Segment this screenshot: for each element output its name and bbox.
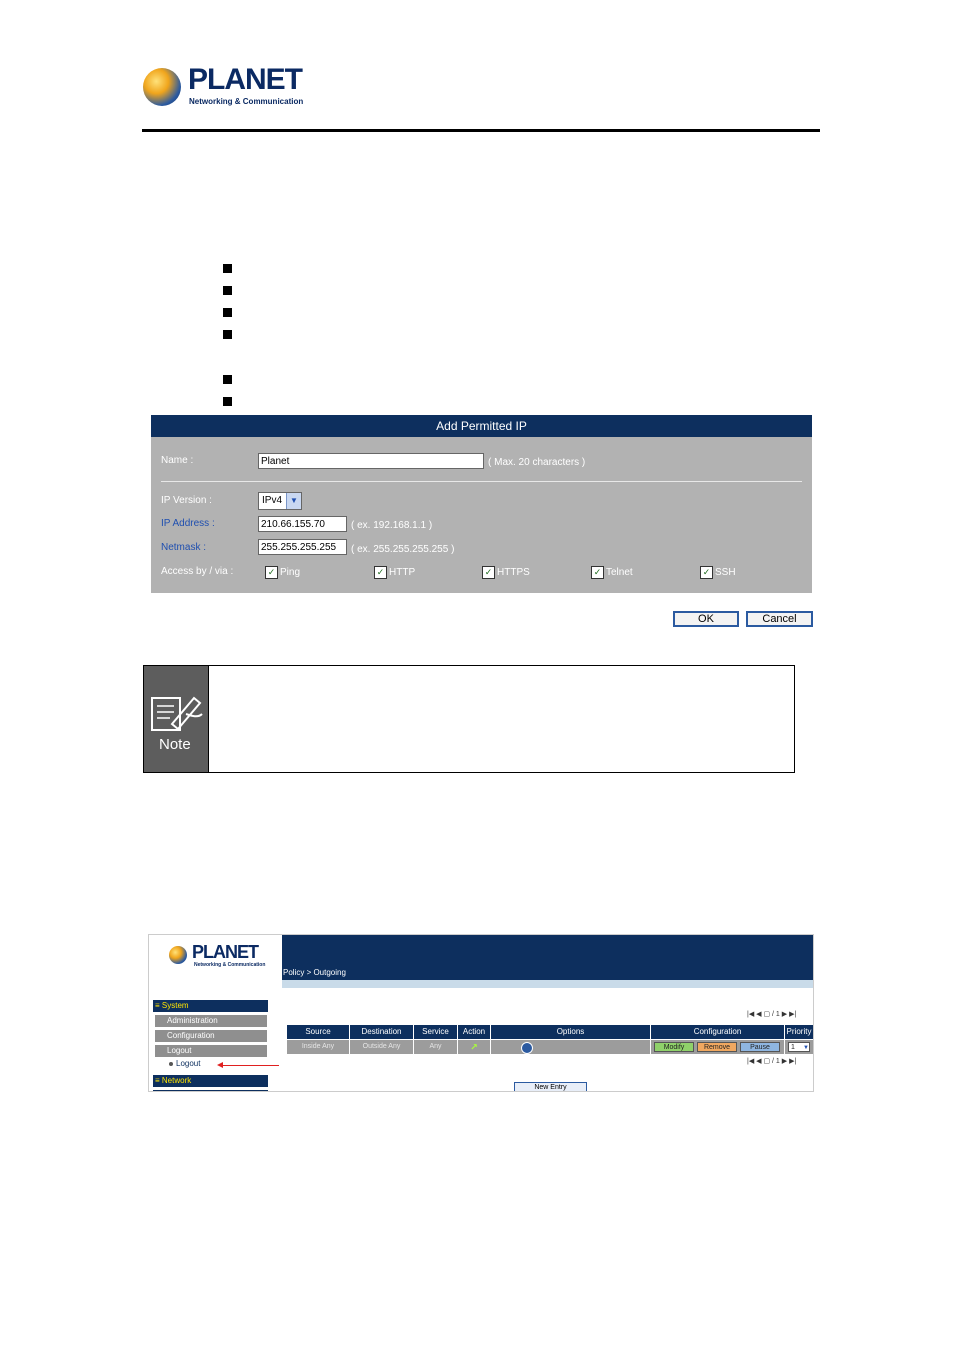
new-entry-button[interactable]: New Entry (514, 1082, 587, 1091)
netmask-input[interactable]: 255.255.255.255 (258, 539, 347, 555)
screenshot-logo-area: PLANET Networking & Communication (149, 935, 282, 980)
nav-administration[interactable]: Administration (155, 1015, 267, 1027)
cell-source: Inside Any (287, 1040, 350, 1054)
planet-logo: PLANET Networking & Communication (143, 63, 313, 112)
remove-button[interactable]: Remove (697, 1042, 737, 1052)
policy-screenshot: PLANET Networking & Communication Policy… (148, 934, 814, 1092)
access-label: Access by / via : (161, 566, 234, 577)
col-priority: Priority (785, 1025, 813, 1039)
ipaddress-input[interactable]: 210.66.155.70 (258, 516, 347, 532)
note-pencil-icon (151, 696, 203, 731)
ipaddress-hint: ( ex. 192.168.1.1 ) (351, 520, 433, 531)
bullet-marker (223, 397, 232, 406)
telnet-label: Telnet (606, 567, 633, 578)
name-label: Name : (161, 455, 194, 466)
dialog-divider (161, 481, 802, 482)
bullet-marker (223, 330, 232, 339)
action-permit-icon: ↗ (458, 1040, 491, 1054)
cell-destination: Outside Any (350, 1040, 414, 1054)
ssh-checkbox[interactable]: ✓ (700, 566, 713, 579)
bullet-dot-icon (169, 1062, 173, 1066)
col-action: Action (458, 1025, 491, 1039)
telnet-checkbox[interactable]: ✓ (591, 566, 604, 579)
ipaddress-label: IP Address : (161, 518, 215, 529)
logo-tagline: Networking & Communication (189, 97, 304, 106)
name-input[interactable]: Planet (258, 453, 484, 469)
nav-system[interactable]: ≡ System (153, 1000, 268, 1012)
cell-service: Any (414, 1040, 458, 1054)
dialog-title: Add Permitted IP (151, 415, 812, 437)
col-service: Service (414, 1025, 458, 1039)
ipversion-value: IPv4 (262, 495, 283, 506)
globe-icon (169, 946, 187, 964)
ok-button[interactable]: OK (673, 611, 739, 627)
ping-label: Ping (280, 567, 301, 578)
nav-configuration[interactable]: Configuration (155, 1030, 267, 1042)
screenshot-logo-tagline: Networking & Communication (194, 962, 266, 968)
bullet-marker (223, 264, 232, 273)
note-box: Note (143, 665, 795, 773)
cancel-button[interactable]: Cancel (746, 611, 813, 627)
cell-options (491, 1040, 651, 1054)
col-source: Source (287, 1025, 350, 1039)
ping-checkbox[interactable]: ✓ (265, 566, 278, 579)
nav-network[interactable]: ≡ Network (153, 1075, 268, 1087)
nav-next[interactable] (153, 1090, 268, 1091)
globe-icon (143, 68, 181, 106)
chevron-down-icon: ▼ (286, 493, 301, 509)
note-label: Note (159, 736, 191, 753)
screenshot-strip (282, 980, 813, 988)
logo-name: PLANET (188, 63, 303, 96)
netmask-label: Netmask : (161, 542, 207, 553)
ipversion-select[interactable]: IPv4 ▼ (258, 492, 302, 510)
http-checkbox[interactable]: ✓ (374, 566, 387, 579)
https-checkbox[interactable]: ✓ (482, 566, 495, 579)
priority-select[interactable]: 1 ▼ (788, 1042, 810, 1052)
https-label: HTTPS (497, 567, 530, 578)
arrow-left-icon (217, 1062, 223, 1068)
pause-button[interactable]: Pause (740, 1042, 780, 1052)
col-options: Options (491, 1025, 651, 1039)
chevron-down-icon: ▼ (803, 1045, 809, 1051)
pager-top[interactable]: |◀ ◀ ▢ / 1 ▶ ▶| (747, 1010, 796, 1018)
nav-logout[interactable]: Logout (155, 1045, 267, 1057)
pager-bottom[interactable]: |◀ ◀ ▢ / 1 ▶ ▶| (747, 1057, 796, 1065)
bullet-marker (223, 375, 232, 384)
nav-logout-leaf[interactable]: Logout (176, 1059, 200, 1068)
schedule-icon (521, 1042, 533, 1054)
note-sidebar: Note (144, 666, 209, 772)
header-rule (142, 129, 820, 132)
col-destination: Destination (350, 1025, 414, 1039)
col-configuration: Configuration (651, 1025, 785, 1039)
screenshot-logo-name: PLANET (192, 942, 259, 962)
bullet-marker (223, 286, 232, 295)
bullet-marker (223, 308, 232, 317)
screenshot-header-bar (282, 935, 813, 980)
red-arrow-line (221, 1065, 279, 1066)
http-label: HTTP (389, 567, 416, 578)
name-hint: ( Max. 20 characters ) (488, 457, 586, 468)
breadcrumb: Policy > Outgoing (283, 968, 346, 977)
netmask-hint: ( ex. 255.255.255.255 ) (351, 544, 455, 555)
ssh-label: SSH (715, 567, 736, 578)
modify-button[interactable]: Modify (654, 1042, 694, 1052)
ipversion-label: IP Version : (161, 495, 212, 506)
